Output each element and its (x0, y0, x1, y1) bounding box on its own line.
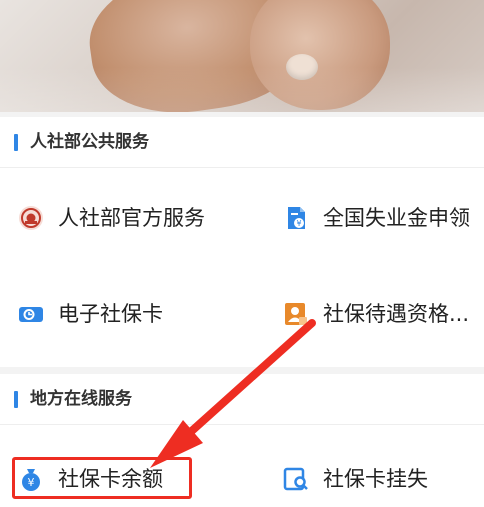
section-title: 地方在线服务 (30, 389, 132, 409)
service-item-e-social-security-card[interactable]: 电子社保卡 (18, 300, 163, 328)
unemployment-document-icon: ¥ (283, 205, 309, 231)
svg-text:¥: ¥ (28, 476, 35, 489)
service-item-label: 电子社保卡 (58, 302, 163, 326)
section-header: 地方在线服务 (0, 374, 484, 425)
search-window-icon (283, 466, 309, 492)
service-item-label: 社保卡余额 (58, 467, 163, 491)
service-item-label: 社保待遇资格... (323, 302, 470, 326)
section-title: 人社部公共服务 (30, 132, 149, 152)
section-accent-bar (14, 391, 18, 408)
service-item-card-report-loss[interactable]: 社保卡挂失 (283, 465, 428, 493)
service-item-ministry-official[interactable]: 人社部官方服务 (18, 204, 205, 232)
service-item-label: 人社部官方服务 (58, 206, 205, 230)
banner-image (0, 0, 484, 112)
service-item-unemployment-benefit[interactable]: ¥ 全国失业金申领 (283, 204, 470, 232)
section-header: 人社部公共服务 (0, 117, 484, 168)
service-item-label: 社保卡挂失 (323, 467, 428, 491)
section-local-services: 地方在线服务 ¥ 社保卡余额 社保卡挂失 (0, 374, 484, 507)
svg-text:¥: ¥ (296, 219, 301, 228)
service-item-card-balance[interactable]: ¥ 社保卡余额 (18, 465, 163, 493)
service-item-label: 全国失业金申领 (323, 206, 470, 230)
section-accent-bar (14, 134, 18, 151)
ministry-emblem-icon (18, 205, 44, 231)
qualification-person-icon (283, 301, 309, 327)
service-item-benefit-qualification[interactable]: 社保待遇资格... (283, 300, 469, 328)
section-ministry-services: 人社部公共服务 人社部官方服务 ¥ 全国失业金申领 电子社保卡 社保待遇资格..… (0, 117, 484, 367)
money-bag-icon: ¥ (18, 466, 44, 492)
social-security-card-icon (18, 301, 44, 327)
